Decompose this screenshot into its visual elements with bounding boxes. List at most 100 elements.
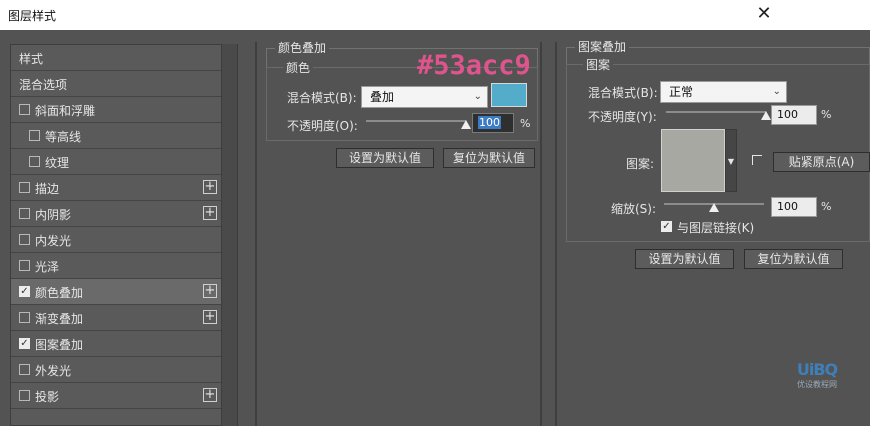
opacity-slider-track[interactable] bbox=[366, 120, 466, 122]
blend-mode-value: 叠加 bbox=[370, 90, 395, 104]
sidebar-item[interactable]: 斜面和浮雕 bbox=[11, 97, 221, 123]
color-swatch[interactable] bbox=[491, 83, 527, 107]
pattern-opacity-slider-thumb[interactable] bbox=[761, 111, 771, 120]
sidebar-item-label: 等高线 bbox=[45, 130, 82, 144]
link-with-layer-checkbox[interactable]: ✓ bbox=[661, 221, 672, 232]
sidebar-item[interactable]: 渐变叠加 + bbox=[11, 305, 221, 331]
column-divider bbox=[255, 42, 257, 426]
sidebar-item-checkbox[interactable] bbox=[29, 130, 40, 141]
column-divider bbox=[555, 42, 557, 426]
sidebar-item-checkbox[interactable]: ✓ bbox=[19, 286, 30, 297]
pattern-opacity-percent: % bbox=[821, 108, 832, 121]
sidebar-item[interactable]: 描边 + bbox=[11, 175, 221, 201]
plus-icon[interactable]: + bbox=[203, 180, 217, 194]
scale-label: 缩放(S): bbox=[611, 202, 657, 216]
plus-icon[interactable]: + bbox=[203, 206, 217, 220]
opacity-label: 不透明度(O): bbox=[287, 119, 358, 133]
pattern-blend-mode-select[interactable]: 正常 ⌄ bbox=[660, 81, 787, 103]
pattern-opacity-label: 不透明度(Y): bbox=[588, 110, 657, 124]
chevron-down-icon: ⌄ bbox=[772, 86, 781, 97]
sidebar-item-label: 样式 bbox=[19, 52, 44, 66]
opacity-input[interactable]: 100 bbox=[472, 113, 514, 133]
sidebar-item-checkbox[interactable] bbox=[19, 390, 30, 401]
set-default-button[interactable]: 设置为默认值 bbox=[336, 148, 434, 168]
pattern-preview[interactable] bbox=[661, 129, 725, 192]
pattern-reset-default-button[interactable]: 复位为默认值 bbox=[744, 249, 843, 269]
styles-list-scrollbar[interactable] bbox=[222, 44, 238, 426]
sidebar-item-checkbox[interactable] bbox=[19, 182, 30, 193]
sidebar-item-checkbox[interactable] bbox=[19, 312, 30, 323]
plus-icon[interactable]: + bbox=[203, 388, 217, 402]
sidebar-item-checkbox[interactable] bbox=[19, 104, 30, 115]
sidebar-item-label: 渐变叠加 bbox=[35, 312, 84, 326]
sidebar-item-label: 外发光 bbox=[35, 364, 72, 378]
chevron-down-icon: ▼ bbox=[727, 157, 735, 166]
sidebar-item[interactable]: 内阴影 + bbox=[11, 201, 221, 227]
sidebar-item-label: 内阴影 bbox=[35, 208, 72, 222]
sidebar-item-checkbox[interactable] bbox=[19, 234, 30, 245]
sidebar-item-checkbox[interactable] bbox=[29, 156, 40, 167]
opacity-percent: % bbox=[520, 117, 531, 130]
new-preset-icon[interactable] bbox=[752, 155, 762, 165]
check-icon: ✓ bbox=[20, 286, 29, 297]
watermark-site: 优设教程网 bbox=[797, 380, 837, 389]
opacity-slider-thumb[interactable] bbox=[461, 120, 471, 129]
pattern-opacity-input[interactable]: 100 bbox=[771, 105, 817, 125]
pattern-set-default-button[interactable]: 设置为默认值 bbox=[635, 249, 734, 269]
pattern-group-title: 图案 bbox=[583, 56, 614, 73]
opacity-input-value: 100 bbox=[478, 116, 501, 129]
pattern-blend-mode-value: 正常 bbox=[669, 85, 694, 99]
styles-list: 样式 混合选项 斜面和浮雕 等高线 纹理 描边 + 内阴影 + 内发光 光泽 ✓ 颜色叠加 + 渐变叠加 + ✓… bbox=[10, 44, 222, 426]
sidebar-item[interactable]: 混合选项 bbox=[11, 71, 221, 97]
blend-mode-label: 混合模式(B): bbox=[287, 91, 357, 105]
pattern-blend-mode-label: 混合模式(B): bbox=[588, 86, 658, 100]
title-bar: 图层样式 ✕ bbox=[0, 0, 870, 30]
sidebar-item-label: 图案叠加 bbox=[35, 338, 84, 352]
watermark-brand: UiBQ bbox=[796, 360, 838, 379]
color-overlay-title: 颜色叠加 bbox=[275, 39, 330, 56]
chevron-down-icon: ⌄ bbox=[473, 91, 482, 102]
sidebar-item[interactable]: 外发光 bbox=[11, 357, 221, 383]
sidebar-item-label: 混合选项 bbox=[19, 78, 68, 92]
plus-icon[interactable]: + bbox=[203, 284, 217, 298]
sidebar-item-label: 描边 bbox=[35, 182, 60, 196]
sidebar-item-checkbox[interactable] bbox=[19, 208, 30, 219]
sidebar-item-label: 斜面和浮雕 bbox=[35, 104, 96, 118]
check-icon: ✓ bbox=[662, 221, 671, 232]
close-icon[interactable]: ✕ bbox=[752, 2, 776, 26]
pattern-picker-button[interactable]: ▼ bbox=[725, 129, 737, 192]
plus-icon[interactable]: + bbox=[203, 310, 217, 324]
sidebar-item[interactable]: 投影 + bbox=[11, 383, 221, 409]
watermark-logo: UiBQ 优设教程网 bbox=[791, 360, 843, 390]
pattern-opacity-slider-track[interactable] bbox=[666, 111, 766, 113]
color-group-title: 颜色 bbox=[283, 59, 314, 76]
check-icon: ✓ bbox=[20, 338, 29, 349]
sidebar-item-label: 内发光 bbox=[35, 234, 72, 248]
color-hex-annotation: #53acc9 bbox=[417, 50, 531, 81]
window-title: 图层样式 bbox=[8, 9, 57, 23]
pattern-label: 图案: bbox=[626, 157, 655, 171]
sidebar-item[interactable]: ✓ 颜色叠加 + bbox=[11, 279, 221, 305]
scale-slider-thumb[interactable] bbox=[709, 203, 719, 212]
sidebar-item-label: 投影 bbox=[35, 390, 60, 404]
sidebar-item[interactable]: 等高线 bbox=[11, 123, 221, 149]
pattern-overlay-title: 图案叠加 bbox=[575, 38, 630, 55]
sidebar-item[interactable]: 内发光 bbox=[11, 227, 221, 253]
column-divider bbox=[540, 42, 542, 426]
sidebar-item[interactable]: ✓ 图案叠加 bbox=[11, 331, 221, 357]
scale-input-value: 100 bbox=[777, 200, 798, 213]
sidebar-item-checkbox[interactable] bbox=[19, 364, 30, 375]
sidebar-item-label: 光泽 bbox=[35, 260, 60, 274]
scale-input[interactable]: 100 bbox=[771, 197, 817, 217]
sidebar-item-label: 颜色叠加 bbox=[35, 286, 84, 300]
snap-to-origin-button[interactable]: 贴紧原点(A) bbox=[773, 152, 870, 172]
reset-default-button[interactable]: 复位为默认值 bbox=[443, 148, 535, 168]
sidebar-item-checkbox[interactable]: ✓ bbox=[19, 338, 30, 349]
blend-mode-select[interactable]: 叠加 ⌄ bbox=[361, 86, 488, 108]
sidebar-item[interactable]: 样式 bbox=[11, 45, 221, 71]
sidebar-item[interactable]: 光泽 bbox=[11, 253, 221, 279]
pattern-opacity-input-value: 100 bbox=[777, 108, 798, 121]
sidebar-item[interactable]: 纹理 bbox=[11, 149, 221, 175]
sidebar-item-checkbox[interactable] bbox=[19, 260, 30, 271]
sidebar-item-label: 纹理 bbox=[45, 156, 70, 170]
